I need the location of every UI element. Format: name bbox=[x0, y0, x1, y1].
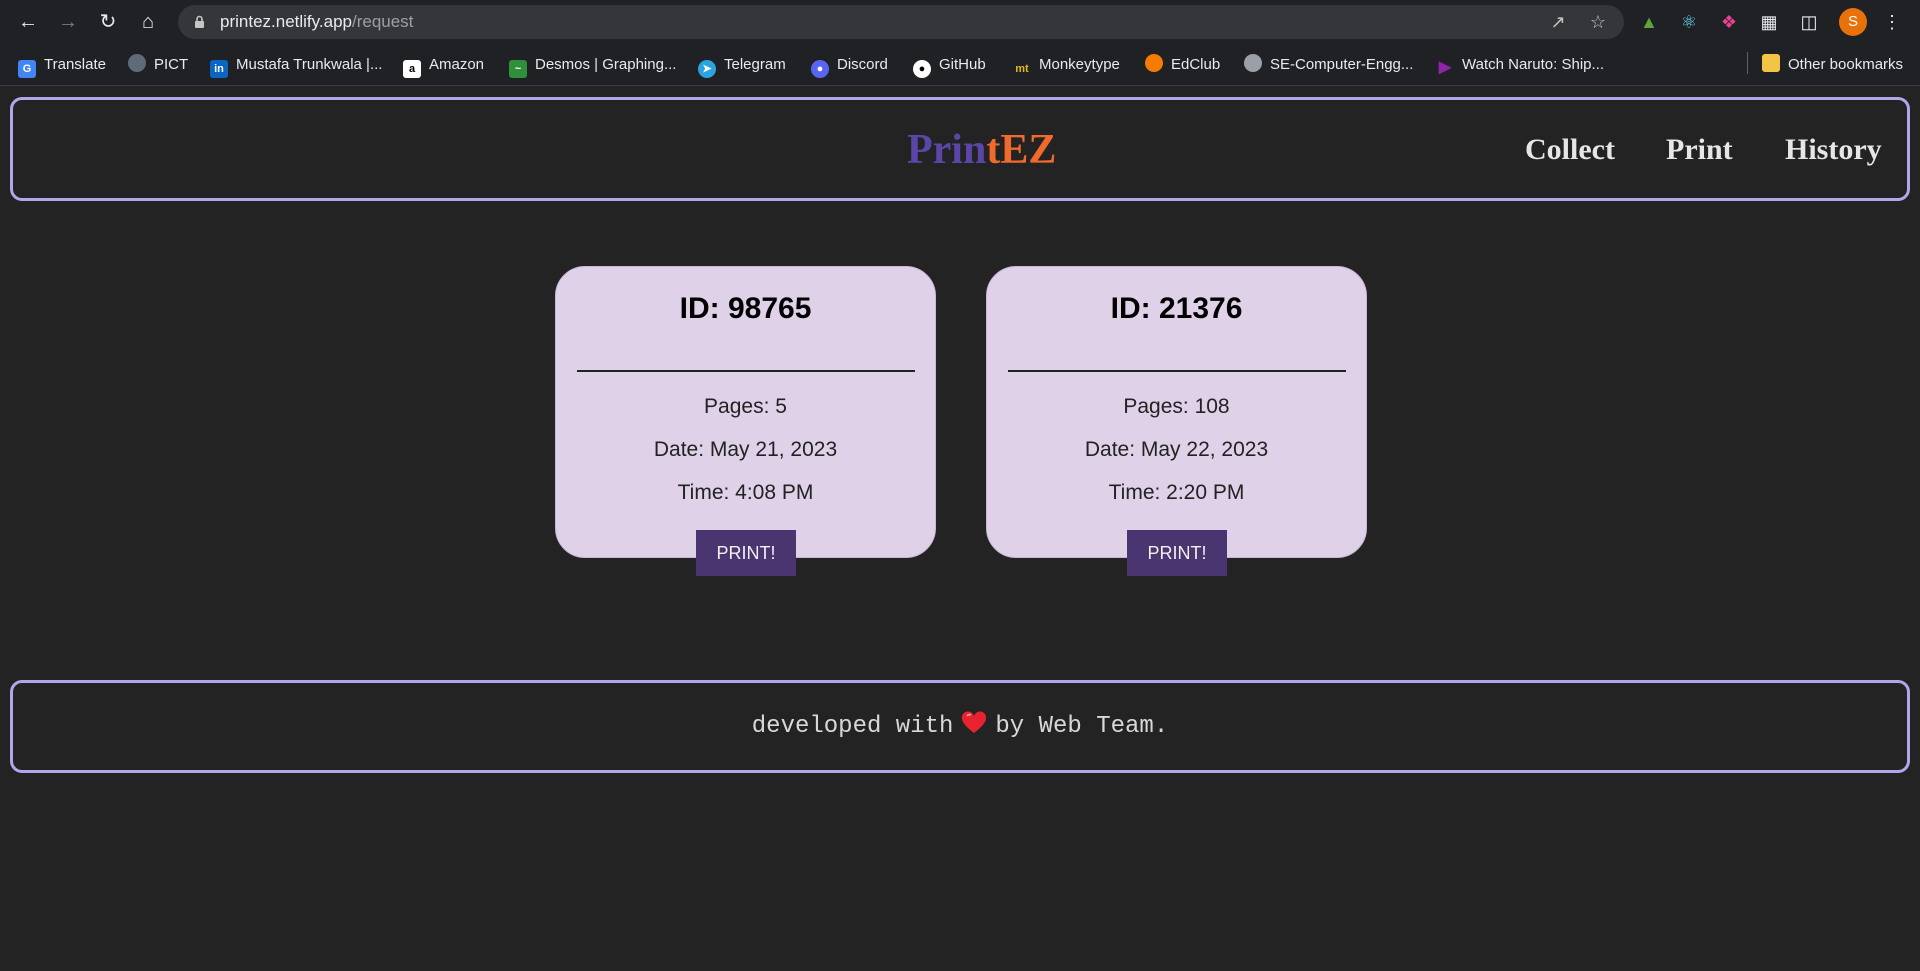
nav-history[interactable]: History bbox=[1785, 130, 1882, 170]
bookmark-telegram[interactable]: ➤ Telegram bbox=[698, 53, 786, 78]
extensions-puzzle-icon[interactable]: ▦ bbox=[1756, 9, 1782, 35]
share-icon[interactable]: ↗ bbox=[1546, 10, 1570, 34]
bookmark-monkeytype[interactable]: mt Monkeytype bbox=[1013, 53, 1120, 77]
bookmark-discord[interactable]: ● Discord bbox=[811, 53, 888, 78]
bookmark-star-icon[interactable]: ☆ bbox=[1586, 10, 1610, 34]
browser-toolbar: ← → ↻ ⌂ printez.netlify.app/request ↗ ☆ … bbox=[0, 0, 1920, 44]
menu-kebab-icon[interactable]: ⋮ bbox=[1879, 9, 1905, 35]
bookmark-pict[interactable]: PICT bbox=[128, 53, 188, 77]
edclub-icon bbox=[1145, 54, 1163, 72]
bookmark-amazon[interactable]: a Amazon bbox=[403, 53, 484, 78]
bookmark-linkedin[interactable]: in Mustafa Trunkwala |... bbox=[210, 53, 382, 78]
site-logo[interactable]: PrintEZ bbox=[907, 124, 1056, 176]
react-devtools-icon[interactable]: ⚛ bbox=[1676, 9, 1702, 35]
card-divider bbox=[577, 370, 915, 372]
color-picker-extension-icon[interactable]: ❖ bbox=[1716, 9, 1742, 35]
bookmark-naruto[interactable]: ▶ Watch Naruto: Ship... bbox=[1436, 53, 1604, 77]
request-time: Time: 4:08 PM bbox=[677, 481, 814, 504]
bookmark-translate[interactable]: G Translate bbox=[18, 53, 106, 78]
amazon-icon: a bbox=[403, 60, 421, 78]
back-icon[interactable]: ← bbox=[14, 8, 42, 36]
request-pages: Pages: 108 bbox=[1123, 395, 1230, 418]
pict-icon bbox=[128, 54, 146, 72]
discord-icon: ● bbox=[811, 60, 829, 78]
card-divider bbox=[1008, 370, 1346, 372]
request-card: ID: 21376 Pages: 108 Date: May 22, 2023 … bbox=[986, 266, 1367, 576]
request-date: Date: May 22, 2023 bbox=[1084, 438, 1269, 461]
url-text[interactable]: printez.netlify.app/request bbox=[220, 5, 413, 39]
linkedin-icon: in bbox=[210, 60, 228, 78]
request-time: Time: 2:20 PM bbox=[1108, 481, 1245, 504]
monkeytype-icon: mt bbox=[1015, 63, 1029, 75]
desmos-icon: ~ bbox=[509, 60, 527, 78]
other-bookmarks[interactable]: Other bookmarks bbox=[1762, 53, 1903, 77]
side-panel-icon[interactable]: ◫ bbox=[1796, 9, 1822, 35]
telegram-icon: ➤ bbox=[698, 60, 716, 78]
print-button[interactable]: PRINT! bbox=[1127, 530, 1227, 576]
bookmark-github[interactable]: ● GitHub bbox=[913, 53, 986, 78]
profile-avatar[interactable]: S bbox=[1839, 8, 1867, 36]
bookmark-desmos[interactable]: ~ Desmos | Graphing... bbox=[509, 53, 676, 78]
bookmarks-bar: G Translate PICT in Mustafa Trunkwala |...… bbox=[0, 44, 1920, 86]
home-icon[interactable]: ⌂ bbox=[134, 8, 162, 36]
nav-print[interactable]: Print bbox=[1666, 130, 1733, 170]
globe-icon bbox=[1244, 54, 1262, 72]
bookmark-se-computer[interactable]: SE-Computer-Engg... bbox=[1244, 53, 1413, 77]
request-id: ID: 98765 bbox=[679, 292, 812, 325]
request-card: ID: 98765 Pages: 5 Date: May 21, 2023 Ti… bbox=[555, 266, 936, 576]
request-id: ID: 21376 bbox=[1110, 292, 1243, 325]
request-pages: Pages: 5 bbox=[704, 395, 787, 418]
bookmarks-divider bbox=[1747, 52, 1748, 74]
site-header: PrintEZ Collect Print History bbox=[10, 97, 1910, 201]
site-footer: developed with by Web Team. bbox=[10, 680, 1910, 773]
forward-icon[interactable]: → bbox=[54, 8, 82, 36]
folder-icon bbox=[1762, 54, 1780, 72]
footer-credit: developed with by Web Team. bbox=[751, 711, 1169, 740]
bookmark-edclub[interactable]: EdClub bbox=[1145, 53, 1220, 77]
tree-extension-icon[interactable]: ▲ bbox=[1636, 9, 1662, 35]
heart-icon bbox=[962, 711, 987, 733]
nav-collect[interactable]: Collect bbox=[1525, 130, 1615, 170]
reload-icon[interactable]: ↻ bbox=[94, 8, 122, 36]
print-button[interactable]: PRINT! bbox=[696, 530, 796, 576]
address-bar[interactable]: printez.netlify.app/request ↗ ☆ bbox=[178, 5, 1624, 39]
lock-icon bbox=[195, 15, 204, 28]
translate-icon: G bbox=[18, 60, 36, 78]
play-icon: ▶ bbox=[1438, 59, 1452, 76]
request-date: Date: May 21, 2023 bbox=[653, 438, 838, 461]
github-icon: ● bbox=[913, 60, 931, 78]
